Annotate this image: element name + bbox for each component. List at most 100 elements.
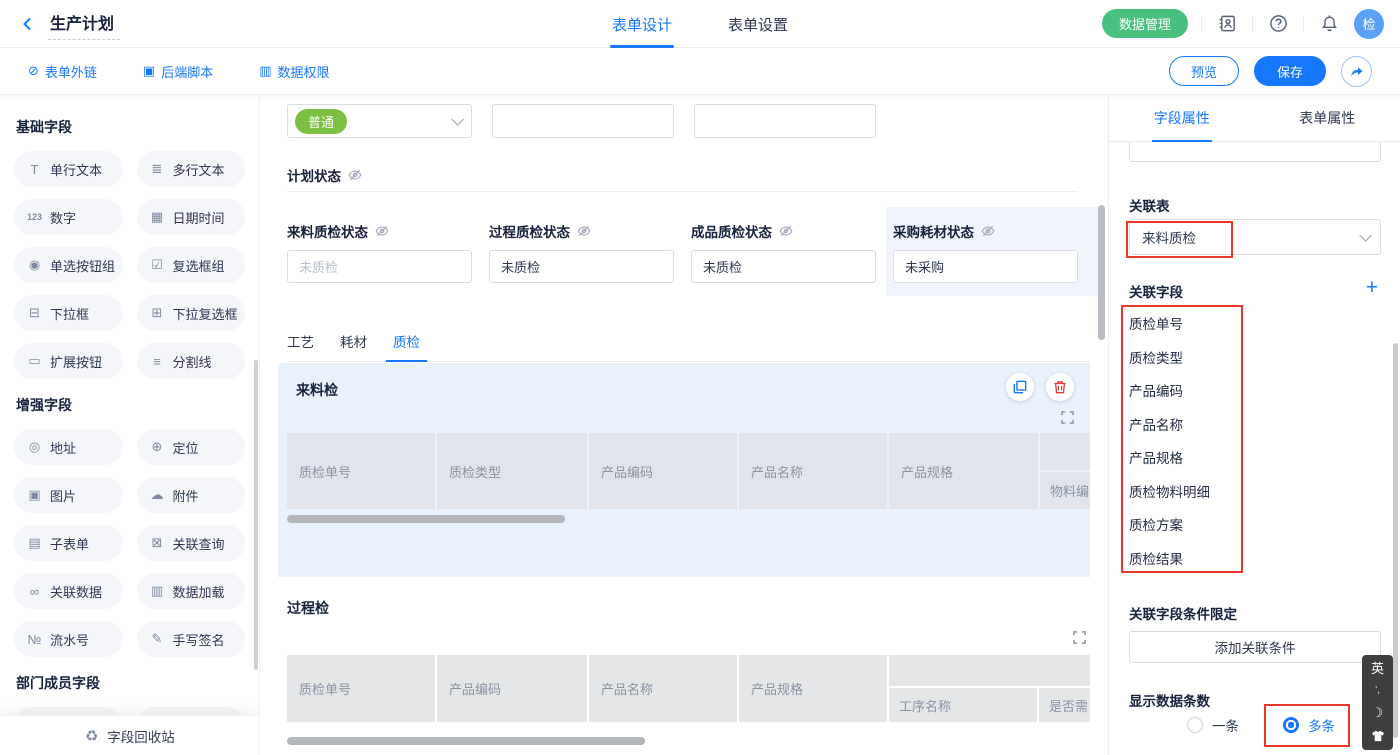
plan-status-field[interactable]: 计划状态 xyxy=(287,165,362,185)
delete-button[interactable] xyxy=(1046,373,1074,401)
field-pill-address[interactable]: ◎地址 xyxy=(14,429,123,465)
backend-script-button[interactable]: ▣ 后端脚本 xyxy=(143,62,213,81)
external-link-button[interactable]: ⊘ 表单外链 xyxy=(28,62,97,81)
tab-form-settings[interactable]: 表单设置 xyxy=(728,0,788,48)
field-pill-image[interactable]: ▣图片 xyxy=(14,477,123,513)
related-field-item[interactable]: 产品规格 xyxy=(1129,442,1243,476)
field-pill-datetime[interactable]: ▦日期时间 xyxy=(137,199,246,235)
data-permission-label: 数据权限 xyxy=(278,62,330,81)
field-pill-related-query[interactable]: ⊠关联查询 xyxy=(137,525,246,561)
field-pill-related-data[interactable]: ∞关联数据 xyxy=(14,573,123,609)
field-value[interactable]: 未采购 xyxy=(893,250,1078,283)
toolbar-actions: 预览 保存 xyxy=(1169,56,1372,87)
user-avatar[interactable]: 检 xyxy=(1354,9,1384,39)
page-title[interactable]: 生产计划 xyxy=(48,8,120,40)
column-header: 产品编码 xyxy=(589,433,737,509)
field-pill-number[interactable]: 123数字 xyxy=(14,199,123,235)
field-pill-multi-line-text[interactable]: ≣多行文本 xyxy=(137,151,246,187)
related-table-value: 来料质检 xyxy=(1142,227,1196,247)
divider-line-icon: ≡ xyxy=(150,354,165,369)
tab-material[interactable]: 耗材 xyxy=(340,331,367,351)
tab-form-design[interactable]: 表单设计 xyxy=(612,0,672,48)
back-icon[interactable] xyxy=(16,12,40,36)
field-pill-multi-dropdown[interactable]: ⊞下拉复选框 xyxy=(137,295,246,331)
ime-skin-shirt-icon[interactable] xyxy=(1371,730,1385,742)
related-field-item[interactable]: 质检结果 xyxy=(1129,543,1243,577)
external-link-label: 表单外链 xyxy=(45,62,97,81)
notification-bell-icon[interactable] xyxy=(1317,12,1341,36)
add-condition-button[interactable]: 添加关联条件 xyxy=(1129,631,1381,663)
help-icon[interactable] xyxy=(1266,12,1290,36)
data-permission-button[interactable]: ▥ 数据权限 xyxy=(259,62,329,81)
process-qc-status-field[interactable]: 过程质检状态 未质检 xyxy=(489,221,674,283)
incoming-inspection-subform[interactable]: 来料检 质检单号 质检类型 产品编码 产品名称 产品规格 xyxy=(278,363,1090,577)
field-value[interactable]: 未质检 xyxy=(489,250,674,283)
field-pill-dropdown[interactable]: ⊟下拉框 xyxy=(14,295,123,331)
tab-quality-inspection[interactable]: 质检 xyxy=(393,331,420,351)
field-value[interactable]: 未质检 xyxy=(691,250,876,283)
ime-dark-mode-moon-icon[interactable]: ☽ xyxy=(1372,706,1384,719)
scrolled-input-partial[interactable] xyxy=(1129,142,1381,162)
incoming-qc-status-field[interactable]: 来料质检状态 未质检 xyxy=(287,221,472,283)
tab-craft[interactable]: 工艺 xyxy=(287,331,314,351)
fullscreen-icon[interactable] xyxy=(1073,631,1086,644)
pill-label: 图片 xyxy=(50,486,76,505)
related-field-item[interactable]: 产品名称 xyxy=(1129,409,1243,443)
radio-option-single[interactable]: 一条 xyxy=(1187,715,1239,735)
field-pill-extend-button[interactable]: ▭扩展按钮 xyxy=(14,343,123,379)
related-field-item[interactable]: 质检方案 xyxy=(1129,509,1243,543)
add-related-field-icon[interactable]: + xyxy=(1366,277,1378,298)
fullscreen-icon[interactable] xyxy=(1061,411,1074,424)
tab-form-properties[interactable]: 表单属性 xyxy=(1255,95,1400,141)
sidebar-scrollbar[interactable] xyxy=(254,360,258,670)
field-pill-radio-group[interactable]: ◉单选按钮组 xyxy=(14,247,123,283)
field-value[interactable]: 未质检 xyxy=(287,250,472,283)
share-button[interactable] xyxy=(1341,56,1372,87)
preview-button[interactable]: 预览 xyxy=(1169,56,1239,86)
level-select[interactable]: 普通 xyxy=(287,104,472,138)
horizontal-scrollbar[interactable] xyxy=(287,515,565,523)
purchase-material-status-field[interactable]: 采购耗材状态 未采购 xyxy=(893,221,1078,283)
ime-punctuation-indicator[interactable]: ’, xyxy=(1375,686,1380,696)
empty-field-input[interactable] xyxy=(694,104,876,138)
related-field-item[interactable]: 质检物料明细 xyxy=(1129,476,1243,510)
form-toolbar: ⊘ 表单外链 ▣ 后端脚本 ▥ 数据权限 预览 保存 xyxy=(0,48,1400,95)
recycle-icon: ♻ xyxy=(84,727,99,745)
panel-scrollbar[interactable] xyxy=(1393,343,1398,738)
field-pill-checkbox-group[interactable]: ☑复选框组 xyxy=(137,247,246,283)
field-pill-serial-number[interactable]: №流水号 xyxy=(14,621,123,657)
related-fields-label: 关联字段 xyxy=(1129,281,1183,301)
contacts-book-icon[interactable] xyxy=(1215,12,1239,36)
related-table-select[interactable]: 来料质检 xyxy=(1129,219,1381,255)
field-pill-data-load[interactable]: ▥数据加载 xyxy=(137,573,246,609)
tab-field-properties[interactable]: 字段属性 xyxy=(1109,95,1255,141)
field-recycle-bin-button[interactable]: ♻ 字段回收站 xyxy=(0,715,259,755)
related-field-item[interactable]: 质检类型 xyxy=(1129,342,1243,376)
horizontal-scrollbar[interactable] xyxy=(287,737,645,745)
pill-label: 单行文本 xyxy=(50,160,102,179)
canvas-scrollbar[interactable] xyxy=(1098,205,1105,340)
ime-language-indicator[interactable]: 英 xyxy=(1371,662,1384,675)
field-pill-attachment[interactable]: ☁附件 xyxy=(137,477,246,513)
radio-label: 一条 xyxy=(1212,715,1239,735)
field-pill-location[interactable]: ⊕定位 xyxy=(137,429,246,465)
field-pill-divider[interactable]: ≡ 分割线 xyxy=(137,343,246,379)
field-pill-subform[interactable]: ▤子表单 xyxy=(14,525,123,561)
copy-button[interactable] xyxy=(1006,373,1034,401)
field-label: 来料质检状态 xyxy=(287,221,368,241)
field-pill-signature[interactable]: ✎手写签名 xyxy=(137,621,246,657)
pill-label: 关联查询 xyxy=(173,534,225,553)
radio-option-multiple[interactable]: 多条 xyxy=(1283,715,1335,735)
data-manage-button[interactable]: 数据管理 xyxy=(1102,9,1188,38)
subform-actions xyxy=(1006,373,1074,401)
process-inspection-subform-title[interactable]: 过程检 xyxy=(287,598,329,618)
form-canvas: 普通 计划状态 来料质检状态 未质检 过程质检状态 未质检 xyxy=(260,95,1108,755)
related-field-item[interactable]: 产品编码 xyxy=(1129,375,1243,409)
related-field-item[interactable]: 质检单号 xyxy=(1129,308,1243,342)
empty-field-input[interactable] xyxy=(492,104,674,138)
finished-qc-status-field[interactable]: 成品质检状态 未质检 xyxy=(691,221,876,283)
field-pill-single-line-text[interactable]: T单行文本 xyxy=(14,151,123,187)
status-fields-row: 来料质检状态 未质检 过程质检状态 未质检 成品质检状态 未质检 采购耗材状态 … xyxy=(287,221,1078,283)
save-button[interactable]: 保存 xyxy=(1254,56,1326,86)
pill-label: 分割线 xyxy=(173,352,212,371)
